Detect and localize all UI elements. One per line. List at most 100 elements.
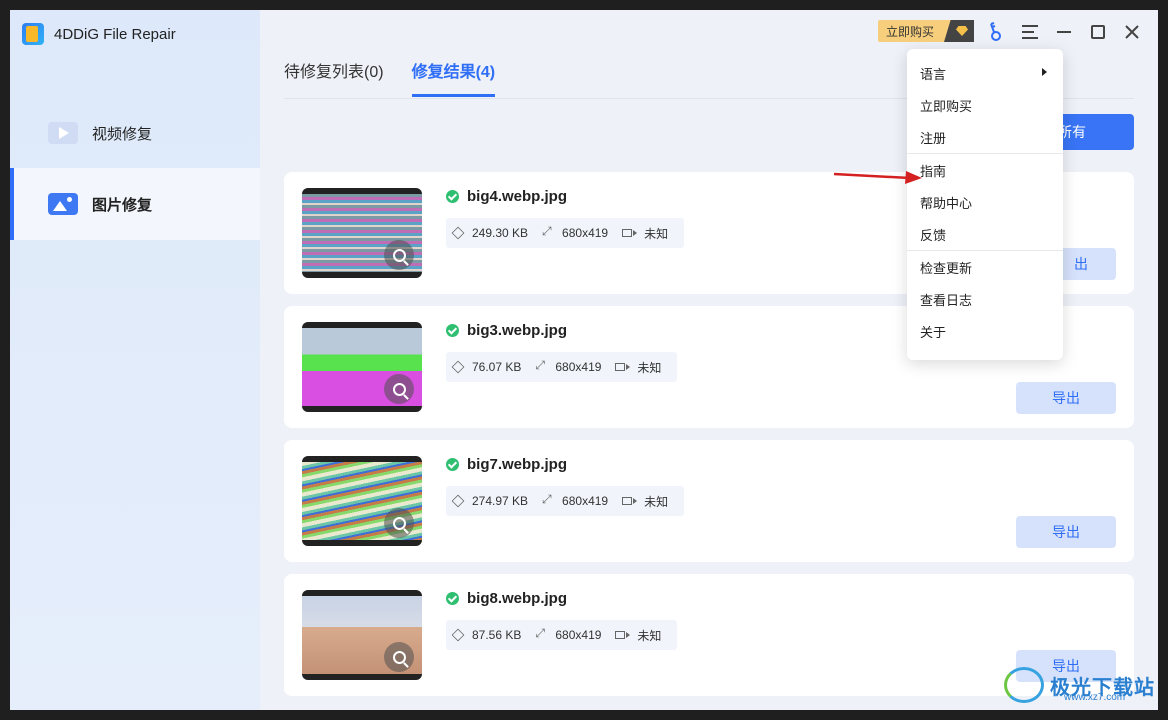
thumbnail[interactable] xyxy=(302,590,422,680)
menu-item-register[interactable]: 注册 xyxy=(907,121,1063,153)
sidebar-item-label: 视频修复 xyxy=(92,125,153,143)
file-size: 87.56 KB xyxy=(472,628,522,642)
image-icon xyxy=(48,193,78,215)
size-icon xyxy=(451,360,465,374)
annotation-arrow-icon xyxy=(833,171,922,184)
zoom-icon[interactable] xyxy=(384,508,414,538)
buy-now-label: 立即购买 xyxy=(886,24,935,39)
check-icon xyxy=(446,592,459,605)
menu-button[interactable] xyxy=(1018,20,1042,44)
menu-item-view-log[interactable]: 查看日志 xyxy=(907,283,1063,315)
caret-right-icon xyxy=(1042,68,1047,76)
minimize-button[interactable] xyxy=(1052,20,1076,44)
app-title: 4DDiG File Repair xyxy=(22,22,176,46)
menu-item-buy-now[interactable]: 立即购买 xyxy=(907,89,1063,121)
diamond-icon xyxy=(944,20,974,42)
dimensions-icon xyxy=(542,224,554,239)
file-name: big4.webp.jpg xyxy=(446,188,567,205)
file-name: big7.webp.jpg xyxy=(446,456,567,473)
watermark-url: www.xz7.com xyxy=(1064,692,1126,703)
export-label: 导出 xyxy=(1052,390,1080,406)
sidebar-item-image-repair[interactable]: 图片修复 xyxy=(10,168,260,240)
check-icon xyxy=(446,458,459,471)
file-duration: 未知 xyxy=(637,360,662,375)
menu-item-about[interactable]: 关于 xyxy=(907,315,1063,347)
menu-item-label: 注册 xyxy=(920,130,947,146)
menu-item-label: 反馈 xyxy=(920,227,947,243)
file-duration: 未知 xyxy=(644,226,669,241)
menu-item-guide[interactable]: 指南 xyxy=(907,154,1063,186)
maximize-icon xyxy=(1091,25,1105,39)
thumbnail[interactable] xyxy=(302,456,422,546)
zoom-icon[interactable] xyxy=(384,642,414,672)
menu-item-label: 查看日志 xyxy=(920,292,973,308)
check-icon xyxy=(446,190,459,203)
file-meta: 249.30 KB 680x419 未知 xyxy=(446,218,685,248)
size-icon xyxy=(451,628,465,642)
file-size: 249.30 KB xyxy=(472,226,529,240)
export-label: 导出 xyxy=(1052,524,1080,540)
zoom-icon[interactable] xyxy=(384,240,414,270)
menu-item-label: 立即购买 xyxy=(920,98,973,114)
file-name-text: big7.webp.jpg xyxy=(467,456,567,473)
dimensions-icon xyxy=(535,626,547,641)
file-name-text: big3.webp.jpg xyxy=(467,322,567,339)
tab-pending-list[interactable]: 待修复列表(0) xyxy=(284,58,384,97)
menu-item-label: 检查更新 xyxy=(920,260,973,276)
video-icon xyxy=(48,122,78,144)
camera-icon xyxy=(622,497,638,505)
close-button[interactable] xyxy=(1120,20,1144,44)
export-button[interactable]: 导出 xyxy=(1016,516,1116,548)
size-icon xyxy=(451,494,465,508)
check-icon xyxy=(446,324,459,337)
menu-item-label: 帮助中心 xyxy=(920,195,973,211)
main-menu-dropdown: 语言 立即购买 注册 指南 帮助中心 反馈 检查更新 查看日志 关于 xyxy=(907,49,1063,360)
camera-icon xyxy=(622,229,638,237)
result-card: big7.webp.jpg 274.97 KB 680x419 未知 导出 xyxy=(284,440,1134,562)
app-logo-icon xyxy=(22,23,44,45)
file-duration: 未知 xyxy=(637,628,662,643)
maximize-button[interactable] xyxy=(1086,20,1110,44)
file-size: 76.07 KB xyxy=(472,360,522,374)
watermark: 极光下载站 www.xz7.com xyxy=(1004,660,1158,710)
file-dimensions: 680x419 xyxy=(555,628,602,642)
file-dimensions: 680x419 xyxy=(562,226,609,240)
close-icon xyxy=(1125,25,1139,39)
thumbnail[interactable] xyxy=(302,188,422,278)
app-title-text: 4DDiG File Repair xyxy=(54,25,176,43)
file-meta: 87.56 KB 680x419 未知 xyxy=(446,620,678,650)
export-button[interactable]: 导出 xyxy=(1016,382,1116,414)
camera-icon xyxy=(615,363,631,371)
file-dimensions: 680x419 xyxy=(562,494,609,508)
size-icon xyxy=(451,226,465,240)
buy-now-badge[interactable]: 立即购买 xyxy=(878,20,974,42)
app-window: 4DDiG File Repair 视频修复 图片修复 待修复列表(0) 修复结… xyxy=(10,10,1158,710)
file-name-text: big4.webp.jpg xyxy=(467,188,567,205)
file-name: big3.webp.jpg xyxy=(446,322,567,339)
file-meta: 274.97 KB 680x419 未知 xyxy=(446,486,685,516)
sidebar-item-video-repair[interactable]: 视频修复 xyxy=(10,97,260,169)
key-button[interactable] xyxy=(984,20,1008,44)
export-label: 出 xyxy=(1074,256,1088,272)
zoom-icon[interactable] xyxy=(384,374,414,404)
file-duration: 未知 xyxy=(644,494,669,509)
menu-item-label: 关于 xyxy=(920,324,947,340)
file-name: big8.webp.jpg xyxy=(446,590,567,607)
sidebar: 4DDiG File Repair 视频修复 图片修复 xyxy=(10,10,260,710)
file-meta: 76.07 KB 680x419 未知 xyxy=(446,352,678,382)
camera-icon xyxy=(615,631,631,639)
menu-item-label: 语言 xyxy=(920,66,947,82)
thumbnail[interactable] xyxy=(302,322,422,412)
minimize-icon xyxy=(1057,31,1071,33)
dimensions-icon xyxy=(542,492,554,507)
menu-item-check-updates[interactable]: 检查更新 xyxy=(907,251,1063,283)
tab-repair-results[interactable]: 修复结果(4) xyxy=(411,58,496,97)
file-name-text: big8.webp.jpg xyxy=(467,590,567,607)
file-dimensions: 680x419 xyxy=(555,360,602,374)
menu-item-language[interactable]: 语言 xyxy=(907,57,1063,89)
menu-item-feedback[interactable]: 反馈 xyxy=(907,218,1063,250)
key-icon xyxy=(990,22,1001,41)
dimensions-icon xyxy=(535,358,547,373)
menu-item-help-center[interactable]: 帮助中心 xyxy=(907,186,1063,218)
watermark-logo-icon xyxy=(1004,667,1044,703)
